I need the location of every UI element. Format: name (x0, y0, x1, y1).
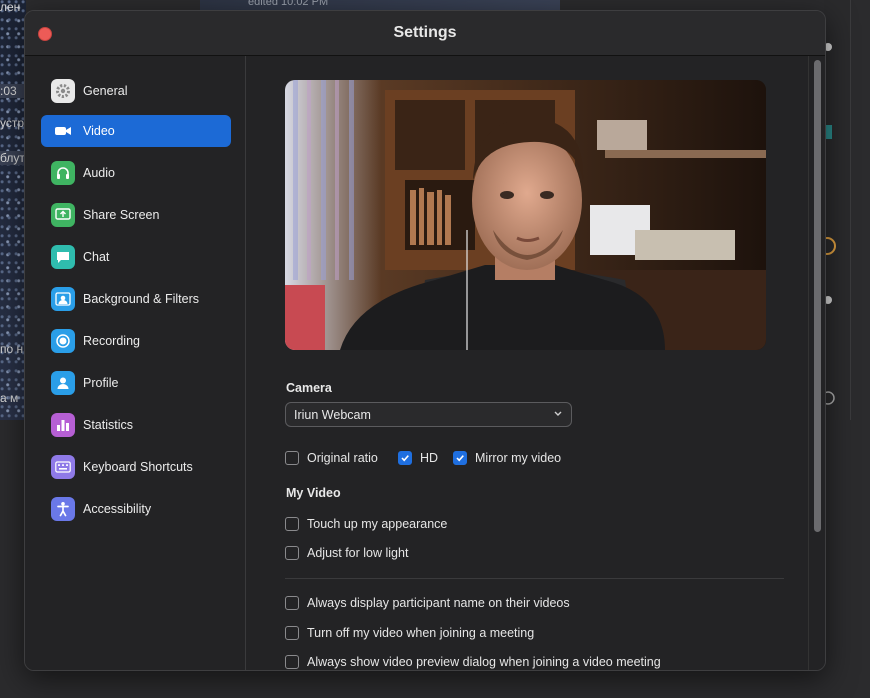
sidebar-item-label: General (83, 84, 128, 98)
scrollbar[interactable] (808, 56, 825, 670)
camera-select-value: Iriun Webcam (294, 408, 371, 422)
touch-up-checkbox[interactable] (285, 517, 299, 531)
sidebar-item-recording[interactable]: Recording (41, 325, 231, 357)
display-names-label: Always display participant name on their… (307, 596, 570, 610)
gear-icon (51, 79, 75, 103)
sidebar-item-label: Background & Filters (83, 292, 200, 306)
video-camera-icon (51, 119, 75, 143)
original-ratio-checkbox[interactable] (285, 451, 299, 465)
sidebar-item-label: Accessibility (83, 502, 152, 516)
mirror-video-checkbox[interactable] (453, 451, 467, 465)
original-ratio-option[interactable]: Original ratio (285, 451, 378, 465)
sidebar-item-share-screen[interactable]: Share Screen (41, 199, 231, 231)
original-ratio-label: Original ratio (307, 451, 378, 465)
video-settings-panel: Camera Iriun Webcam Original ratio HD Mi… (246, 56, 825, 670)
chevron-down-icon (554, 411, 562, 416)
my-video-section-title: My Video (286, 486, 341, 500)
sidebar-item-video[interactable]: Video (41, 115, 231, 147)
sidebar-item-label: Profile (83, 376, 119, 390)
turn-off-video-option[interactable]: Turn off my video when joining a meeting (285, 626, 534, 640)
low-light-option[interactable]: Adjust for low light (285, 546, 408, 560)
mirror-video-option[interactable]: Mirror my video (453, 451, 561, 465)
display-names-option[interactable]: Always display participant name on their… (285, 596, 570, 610)
checkmark-icon (456, 455, 464, 462)
sidebar-item-profile[interactable]: Profile (41, 367, 231, 399)
background-icons (818, 43, 836, 405)
preview-dialog-option[interactable]: Always show video preview dialog when jo… (285, 655, 661, 669)
background-icon (51, 287, 75, 311)
preview-dialog-label: Always show video preview dialog when jo… (307, 655, 661, 669)
scrollbar-thumb[interactable] (814, 60, 821, 532)
touch-up-option[interactable]: Touch up my appearance (285, 517, 447, 531)
mirror-video-label: Mirror my video (475, 451, 562, 465)
camera-section-title: Camera (286, 381, 332, 395)
low-light-checkbox[interactable] (285, 546, 299, 560)
background-text: по н (0, 342, 24, 356)
sidebar-item-statistics[interactable]: Statistics (41, 409, 231, 441)
sidebar-item-label: Audio (83, 166, 115, 180)
turn-off-video-label: Turn off my video when joining a meeting (307, 626, 535, 640)
background-app-right (818, 0, 851, 420)
statistics-icon (51, 413, 75, 437)
sidebar-item-label: Share Screen (83, 208, 160, 222)
settings-window: Settings General Video Audio Share Scree… (24, 10, 826, 671)
camera-select[interactable]: Iriun Webcam (285, 402, 572, 427)
share-screen-icon (51, 203, 75, 227)
sidebar-item-label: Statistics (83, 418, 134, 432)
webcam-image (285, 80, 766, 350)
sidebar-item-background-filters[interactable]: Background & Filters (41, 283, 231, 315)
background-text: устр (0, 116, 25, 130)
record-icon (51, 329, 75, 353)
sidebar-item-label: Video (83, 124, 115, 138)
sidebar-item-general[interactable]: General (41, 75, 231, 107)
keyboard-icon (51, 455, 75, 479)
touch-up-label: Touch up my appearance (307, 517, 448, 531)
settings-sidebar: General Video Audio Share Screen Chat Ba… (25, 56, 246, 670)
background-timestamp: edited 10:02 PM (248, 0, 329, 8)
title-bar: Settings (25, 11, 825, 56)
window-title: Settings (393, 24, 457, 41)
background-text: лен (0, 0, 21, 14)
video-preview (285, 80, 766, 350)
checkmark-icon (401, 455, 409, 462)
background-desktop (824, 420, 870, 698)
sidebar-item-audio[interactable]: Audio (41, 157, 231, 189)
headphones-icon (51, 161, 75, 185)
hd-checkbox[interactable] (398, 451, 412, 465)
background-app-left (0, 0, 26, 420)
accessibility-icon (51, 497, 75, 521)
background-text: :03 (0, 84, 26, 98)
background-text: а м (0, 391, 19, 405)
sidebar-item-label: Recording (83, 334, 140, 348)
background-text: блут (0, 151, 26, 165)
sidebar-item-keyboard-shortcuts[interactable]: Keyboard Shortcuts (41, 451, 231, 483)
sidebar-item-label: Chat (83, 250, 110, 264)
chat-bubble-icon (51, 245, 75, 269)
hd-label: HD (420, 451, 439, 465)
sidebar-item-label: Keyboard Shortcuts (83, 460, 193, 474)
sidebar-item-accessibility[interactable]: Accessibility (41, 493, 231, 525)
preview-dialog-checkbox[interactable] (285, 655, 299, 669)
sidebar-item-chat[interactable]: Chat (41, 241, 231, 273)
low-light-label: Adjust for low light (307, 546, 409, 560)
hd-option[interactable]: HD (398, 451, 438, 465)
turn-off-video-checkbox[interactable] (285, 626, 299, 640)
section-divider (285, 578, 784, 579)
profile-icon (51, 371, 75, 395)
display-names-checkbox[interactable] (285, 596, 299, 610)
